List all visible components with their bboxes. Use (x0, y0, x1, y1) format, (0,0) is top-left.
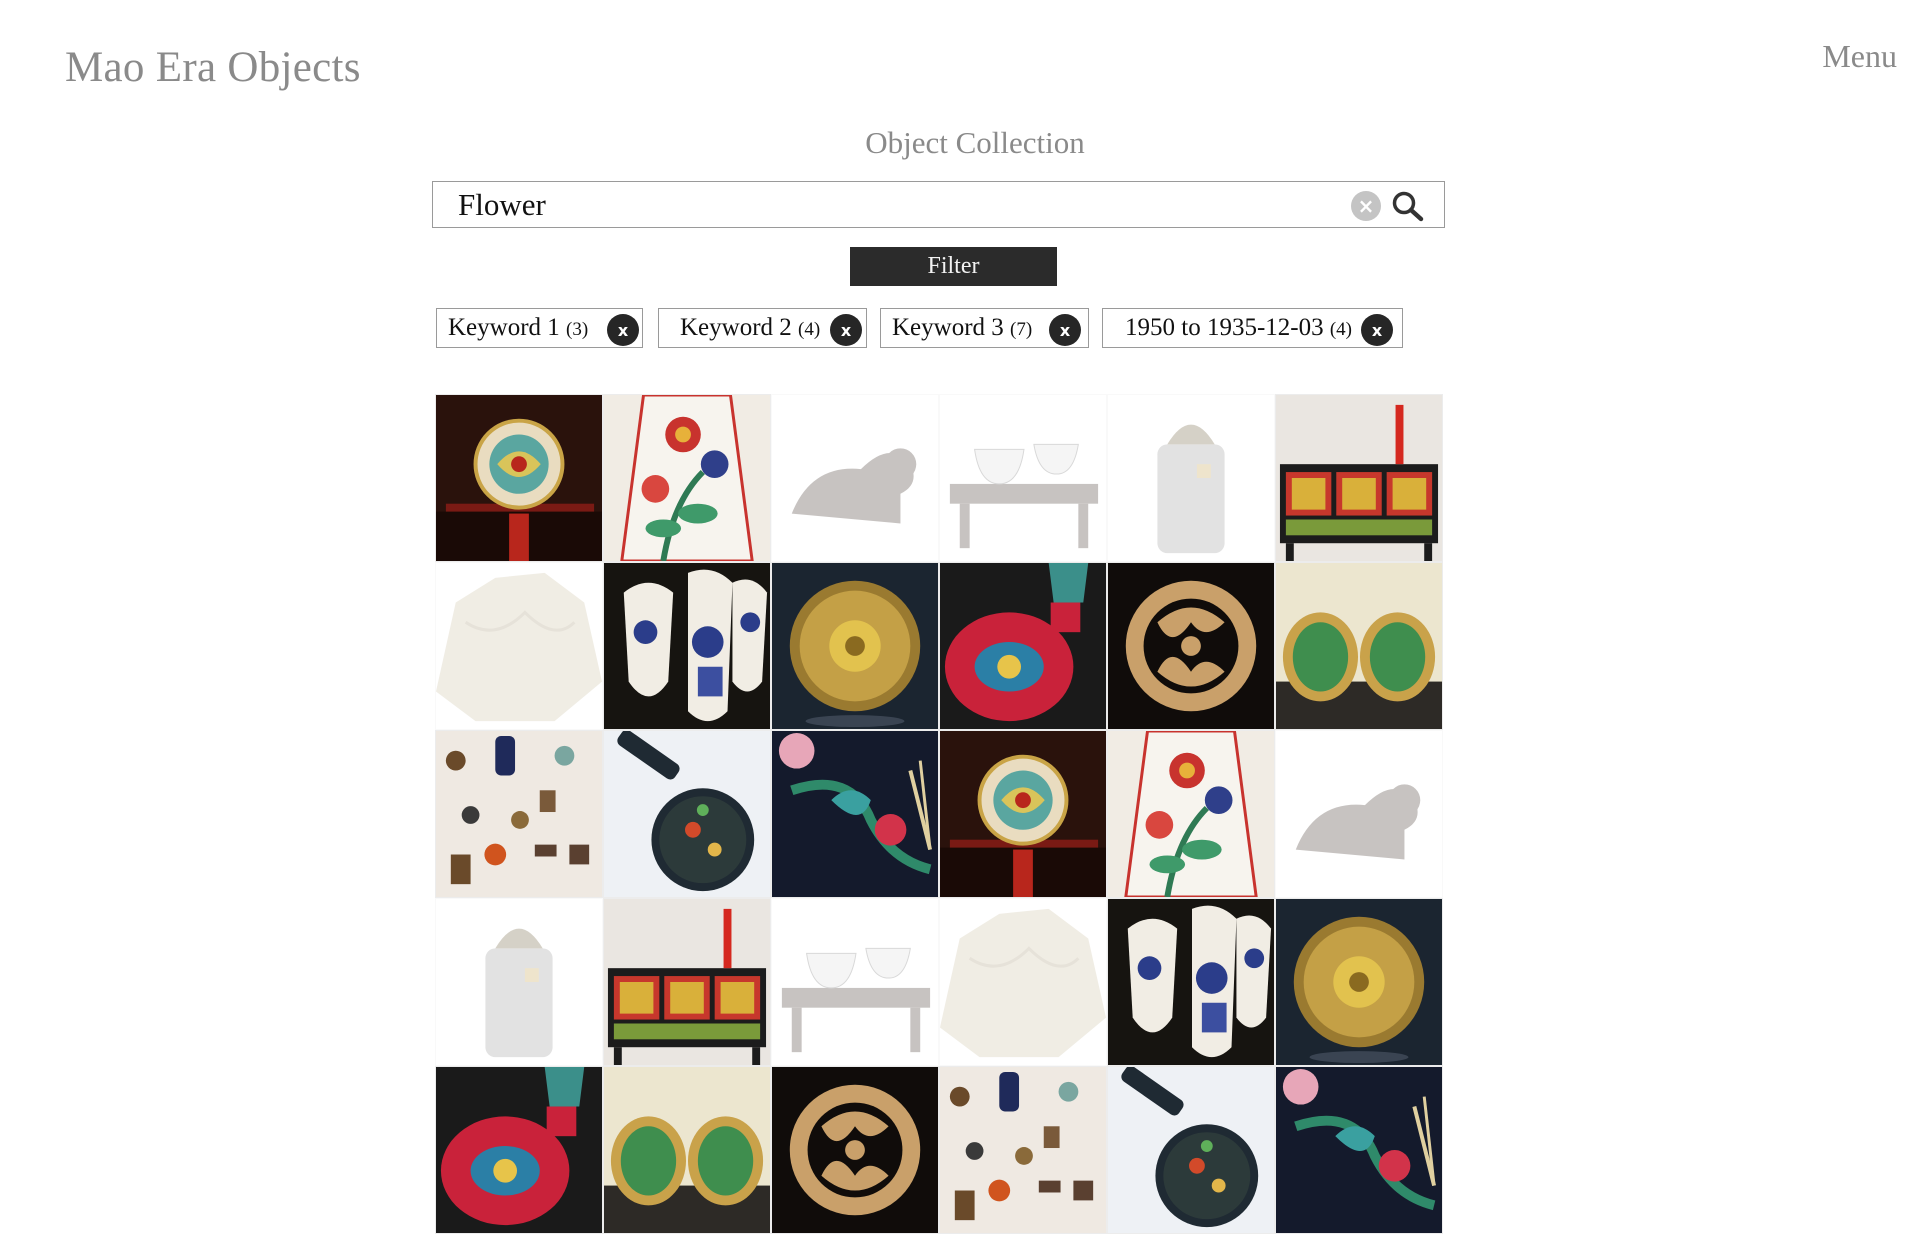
object-thumbnail[interactable] (1275, 562, 1443, 730)
site-title[interactable]: Mao Era Objects (65, 43, 361, 92)
object-thumbnail[interactable] (771, 730, 939, 898)
object-thumbnail[interactable] (1275, 394, 1443, 562)
object-thumbnail[interactable] (939, 394, 1107, 562)
object-grid (435, 394, 1443, 1234)
filter-button[interactable]: Filter (850, 247, 1057, 286)
filter-chip-keyword-2: Keyword 2 (4) x (658, 308, 867, 348)
famille-rose-red-vase-image (436, 1067, 602, 1233)
miniature-objects-collection-image (436, 731, 602, 897)
object-thumbnail[interactable] (1275, 730, 1443, 898)
porcelain-cups-on-stand-image (772, 899, 938, 1065)
page-title: Object Collection (865, 125, 1085, 160)
object-thumbnail[interactable] (435, 394, 603, 562)
carved-stone-landscape-image (940, 899, 1106, 1065)
object-thumbnail[interactable] (1107, 394, 1275, 562)
jade-earrings-in-gold-image (604, 1067, 770, 1233)
famille-rose-flower-vase-panel-image (604, 395, 770, 561)
menu-link[interactable]: Menu (1822, 38, 1897, 75)
object-thumbnail[interactable] (939, 730, 1107, 898)
remove-filter-button[interactable]: x (1361, 314, 1393, 346)
clear-icon[interactable]: × (1351, 191, 1381, 221)
object-thumbnail[interactable] (435, 898, 603, 1066)
object-thumbnail[interactable] (771, 1066, 939, 1234)
blue-white-porcelain-spoons-image (1108, 899, 1274, 1065)
search-bar: × (432, 181, 1445, 228)
object-thumbnail[interactable] (603, 394, 771, 562)
lacquered-painted-cabinet-image (1276, 395, 1442, 561)
object-thumbnail[interactable] (435, 1066, 603, 1234)
remove-filter-button[interactable]: x (1049, 314, 1081, 346)
carved-jade-openwork-disc-image (772, 1067, 938, 1233)
filter-chip-keyword-3: Keyword 3 (7) x (880, 308, 1089, 348)
gilt-bronze-flower-disc-image (1276, 899, 1442, 1065)
object-thumbnail[interactable] (603, 1066, 771, 1234)
famille-rose-red-vase-image (940, 563, 1106, 729)
filter-chip-label: Keyword 2 (4) (680, 314, 821, 341)
embroidered-phoenix-silk-image (772, 731, 938, 897)
search-icon[interactable] (1391, 190, 1425, 222)
filter-chip-keyword-1: Keyword 1 (3) x (436, 308, 643, 348)
gilt-bronze-flower-disc-image (772, 563, 938, 729)
miniature-objects-collection-image (940, 1067, 1106, 1233)
object-thumbnail[interactable] (603, 562, 771, 730)
remove-filter-button[interactable]: x (607, 314, 639, 346)
jade-earrings-in-gold-image (1276, 563, 1442, 729)
bronze-recumbent-animal-image (1276, 731, 1442, 897)
object-thumbnail[interactable] (1275, 898, 1443, 1066)
famille-rose-flower-vase-panel-image (1108, 731, 1274, 897)
cloisonne-dragon-plate-image (436, 395, 602, 561)
cloisonne-dragon-plate-image (940, 731, 1106, 897)
carved-stone-landscape-image (436, 563, 602, 729)
object-thumbnail[interactable] (771, 394, 939, 562)
white-jar-with-figure-lid-image (436, 899, 602, 1065)
carved-jade-openwork-disc-image (1108, 563, 1274, 729)
object-thumbnail[interactable] (939, 1066, 1107, 1234)
object-thumbnail[interactable] (771, 562, 939, 730)
object-thumbnail[interactable] (603, 730, 771, 898)
object-thumbnail[interactable] (435, 730, 603, 898)
embroidered-phoenix-silk-image (1276, 1067, 1442, 1233)
remove-filter-button[interactable]: x (830, 314, 862, 346)
filter-chip-date-range: 1950 to 1935-12-03 (4) x (1102, 308, 1403, 348)
object-thumbnail[interactable] (1107, 730, 1275, 898)
object-thumbnail[interactable] (1275, 1066, 1443, 1234)
filter-chip-label: Keyword 3 (7) (892, 314, 1033, 341)
cloisonne-hand-mirror-image (604, 731, 770, 897)
porcelain-cups-on-stand-image (940, 395, 1106, 561)
object-thumbnail[interactable] (435, 562, 603, 730)
object-thumbnail[interactable] (939, 562, 1107, 730)
object-thumbnail[interactable] (939, 898, 1107, 1066)
cloisonne-hand-mirror-image (1108, 1067, 1274, 1233)
bronze-recumbent-animal-image (772, 395, 938, 561)
blue-white-porcelain-spoons-image (604, 563, 770, 729)
object-thumbnail[interactable] (1107, 562, 1275, 730)
lacquered-painted-cabinet-image (604, 899, 770, 1065)
object-thumbnail[interactable] (1107, 1066, 1275, 1234)
filter-chip-label: 1950 to 1935-12-03 (4) (1125, 314, 1353, 341)
object-thumbnail[interactable] (1107, 898, 1275, 1066)
search-input[interactable] (433, 182, 1313, 227)
white-jar-with-figure-lid-image (1108, 395, 1274, 561)
filter-chip-label: Keyword 1 (3) (448, 314, 589, 341)
object-thumbnail[interactable] (603, 898, 771, 1066)
object-thumbnail[interactable] (771, 898, 939, 1066)
